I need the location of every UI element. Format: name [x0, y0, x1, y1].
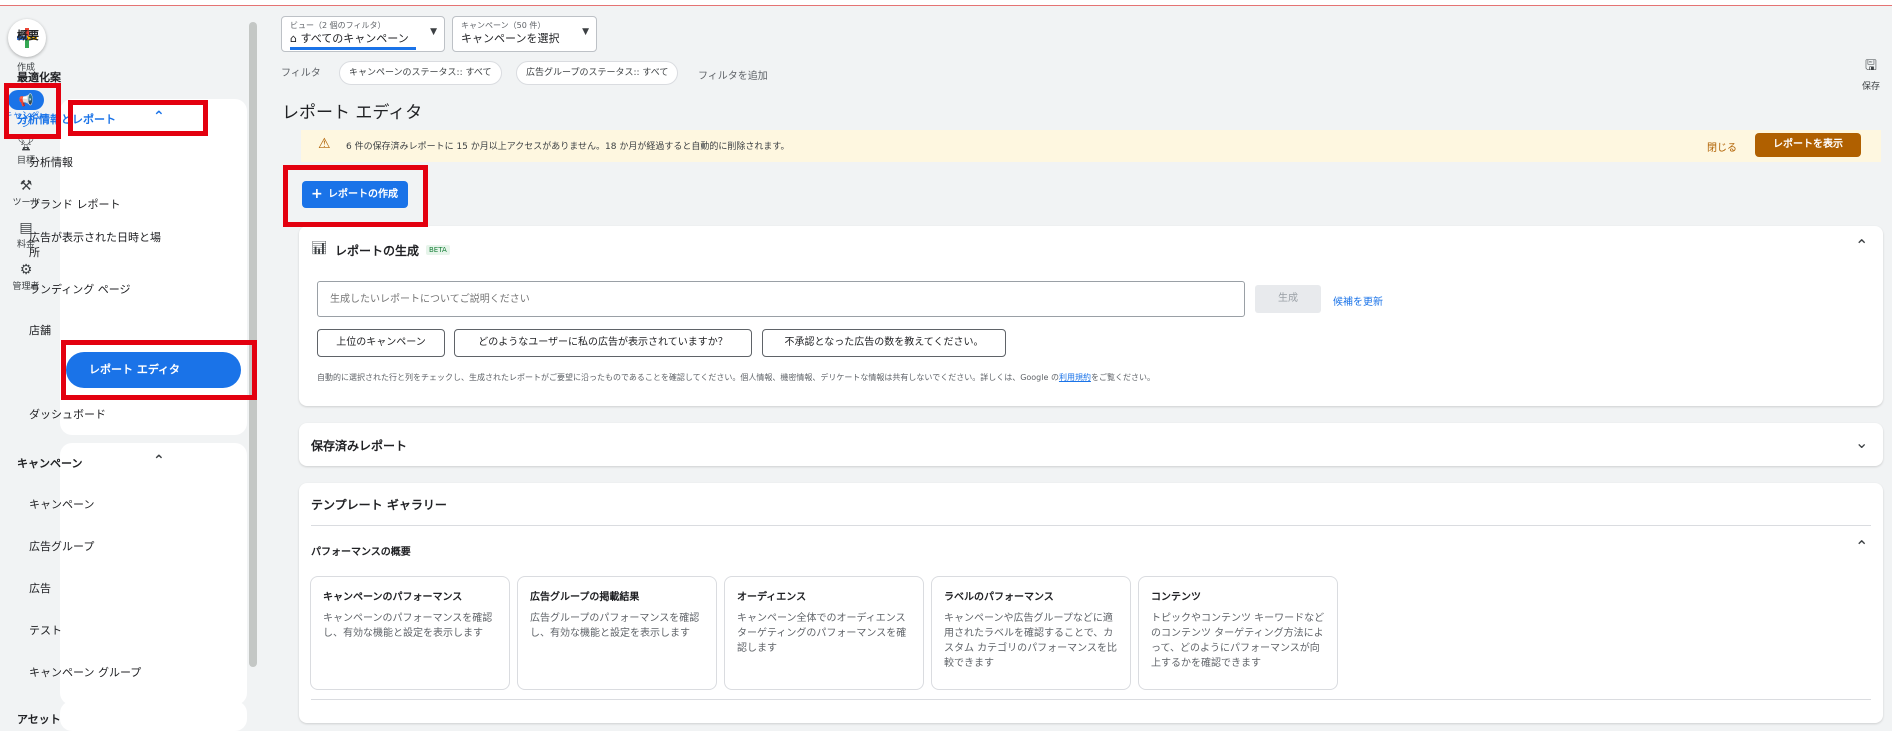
chevron-up-icon: ⌃: [153, 453, 165, 469]
chart-sparkle-icon: 📊︎: [311, 241, 328, 256]
nav-campaign-groups[interactable]: キャンペーン グループ: [0, 664, 187, 680]
gear-icon: ⚙: [19, 262, 33, 278]
warning-icon: ⚠: [318, 136, 331, 152]
nav-report-editor[interactable]: レポート エディタ: [66, 352, 241, 388]
save-button[interactable]: 🖫︎ 保存: [1856, 55, 1886, 92]
warning-text: 6 件の保存済みレポートに 15 か月以上アクセスがありません。18 か月が経過…: [346, 142, 790, 152]
chevron-down-icon: ⌄: [1855, 433, 1869, 452]
nav-scrollbar[interactable]: [249, 22, 257, 667]
divider: [311, 699, 1871, 700]
filter-chip-adgroup-status[interactable]: 広告グループのステータス:: すべて: [516, 61, 679, 85]
generator-title: レポートの生成: [335, 244, 420, 258]
suggestion-chip-2[interactable]: どのようなユーザーに私の広告が表示されていますか？: [454, 329, 752, 357]
chevron-up-icon: ⌃: [153, 109, 165, 125]
template-card-campaign-performance[interactable]: キャンペーンのパフォーマンス キャンペーンのパフォーマンスを確認し、有効な機能と…: [310, 576, 510, 690]
nav-landing-pages[interactable]: ランディング ページ: [0, 281, 187, 297]
performance-section-title: パフォーマンスの概要: [311, 547, 411, 558]
page-title: レポート エディタ: [282, 103, 423, 123]
nav-stores[interactable]: 店舗: [0, 322, 187, 338]
campaign-dropdown-label: キャンペーン（50 件）: [461, 21, 546, 30]
filter-chip-campaign-status[interactable]: キャンペーンのステータス:: すべて: [339, 61, 502, 85]
nav-insights[interactable]: 分析情報: [0, 154, 187, 170]
top-error-line: [0, 0, 1892, 6]
nav-when-where[interactable]: 広告が表示された日時と場所: [0, 230, 165, 260]
nav-experiments[interactable]: テスト: [0, 622, 187, 638]
caret-down-icon: ▼: [430, 27, 437, 37]
home-icon: ⌂: [290, 32, 301, 45]
campaign-dropdown-value: キャンペーンを選択: [461, 32, 560, 45]
template-card-audience[interactable]: オーディエンス キャンペーン全体でのオーディエンス ターゲティングのパフォーマン…: [724, 576, 924, 690]
nav-campaigns[interactable]: キャンペーン: [0, 496, 187, 512]
report-description-input[interactable]: [317, 281, 1245, 317]
chevron-up-icon[interactable]: ⌃: [1855, 236, 1868, 255]
divider: [311, 525, 1871, 526]
saved-reports-card[interactable]: 保存済みレポート ⌄: [299, 423, 1883, 466]
template-card-label-performance[interactable]: ラベルのパフォーマンス キャンペーンや広告グループなどに適用されたラベルを確認す…: [931, 576, 1131, 690]
beta-badge: BETA: [426, 245, 450, 255]
nav-overview[interactable]: 概要: [0, 27, 187, 43]
campaign-dropdown[interactable]: キャンペーン（50 件） キャンペーンを選択 ▼: [452, 16, 597, 52]
generate-button[interactable]: 生成: [1255, 285, 1321, 313]
trophy-icon: 🏆︎: [17, 136, 35, 152]
warning-banner: ⚠ 6 件の保存済みレポートに 15 か月以上アクセスがありません。18 か月が…: [301, 130, 1881, 162]
create-report-button[interactable]: + レポートの作成: [302, 181, 408, 208]
refresh-suggestions-link[interactable]: 候補を更新: [1333, 293, 1383, 308]
nav-ads[interactable]: 広告: [0, 580, 187, 596]
terms-link[interactable]: 利用規約: [1059, 373, 1091, 382]
suggestion-chip-1[interactable]: 上位のキャンペーン: [317, 329, 445, 357]
template-card-adgroup-results[interactable]: 広告グループの掲載結果 広告グループのパフォーマンスを確認し、有効な機能と設定を…: [517, 576, 717, 690]
banner-show-report-button[interactable]: レポートを表示: [1755, 133, 1861, 157]
view-active-underline: [290, 47, 416, 50]
floppy-disk-icon: 🖫︎: [1865, 58, 1877, 74]
template-card-content[interactable]: コンテンツ トピックやコンテンツ キーワードなどのコンテンツ ターゲティング方法…: [1138, 576, 1338, 690]
caret-down-icon: ▼: [582, 27, 589, 37]
view-dropdown-label: ビュー（2 個のフィルタ）: [290, 21, 386, 30]
generator-disclaimer: 自動的に選択された行と列をチェックし、生成されたレポートがご要望に沿ったものであ…: [317, 373, 1155, 382]
plus-icon: +: [311, 186, 323, 202]
chevron-up-icon[interactable]: ⌃: [1855, 537, 1868, 556]
view-dropdown-value: すべてのキャンペーン: [300, 32, 409, 45]
nav-assets-section[interactable]: アセット: [0, 711, 187, 727]
banner-close-link[interactable]: 閉じる: [1707, 139, 1737, 154]
view-dropdown[interactable]: ビュー（2 個のフィルタ） ⌂ すべてのキャンペーン ▼: [281, 16, 445, 52]
tools-icon: ⚒: [19, 178, 33, 194]
gallery-title: テンプレート ギャラリー: [311, 498, 447, 512]
nav-campaigns-section[interactable]: キャンペーン ⌃: [0, 453, 187, 471]
suggestion-chip-3[interactable]: 不承認となった広告の数を教えてください。: [762, 329, 1006, 357]
filter-label: フィルタ: [281, 68, 321, 79]
nav-brand-report[interactable]: ブランド レポート: [0, 196, 187, 212]
nav-insights-section[interactable]: 分析情報とレポート ⌃: [0, 109, 187, 127]
megaphone-icon: 📢: [8, 90, 44, 110]
saved-reports-title: 保存済みレポート: [311, 439, 408, 453]
nav-dashboards[interactable]: ダッシュボード: [0, 406, 187, 422]
nav-recommendations[interactable]: 最適化案: [0, 69, 187, 85]
add-filter-link[interactable]: フィルタを追加: [698, 67, 768, 82]
nav-ad-groups[interactable]: 広告グループ: [0, 538, 187, 554]
